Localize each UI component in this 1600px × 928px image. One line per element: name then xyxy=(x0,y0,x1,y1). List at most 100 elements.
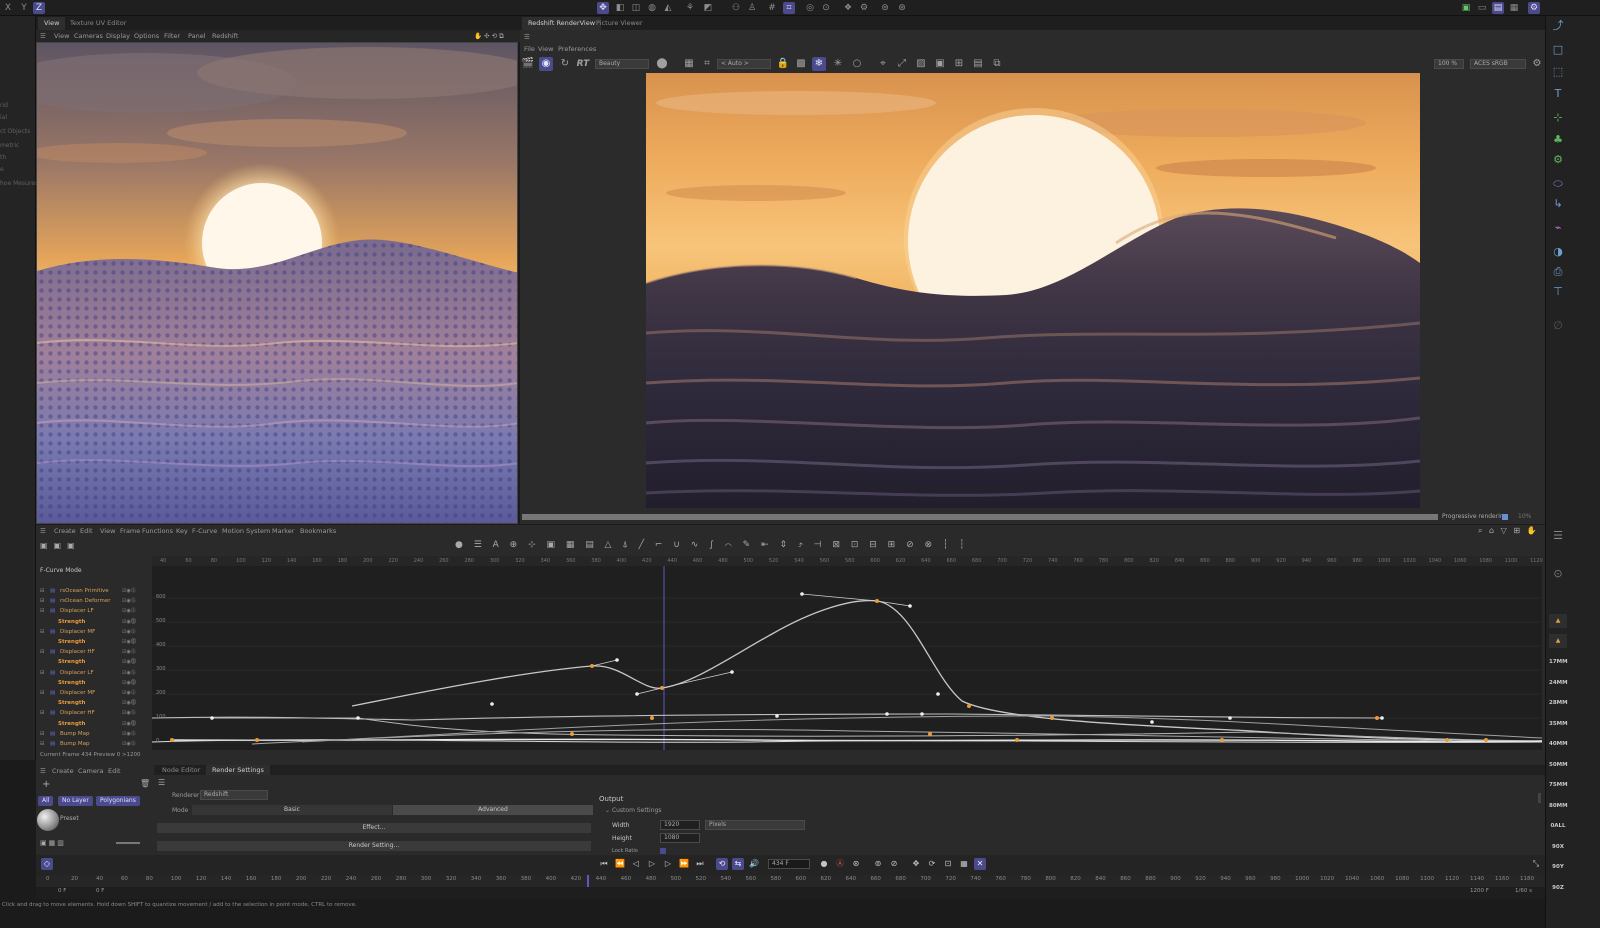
track-toggle-icons[interactable]: ☑◉Ⓢ xyxy=(122,659,144,665)
lens-preset-button[interactable]: 0ALL xyxy=(1549,818,1567,834)
fps-field[interactable]: 1/60 s xyxy=(1515,888,1532,894)
menu-icon[interactable]: ☰ xyxy=(40,30,46,42)
tl-menu-fcurve[interactable]: F-Curve xyxy=(192,525,217,537)
track-expand-icon[interactable]: ⊟ xyxy=(40,627,45,637)
motion-record-icon[interactable]: ⊚ xyxy=(872,858,884,870)
track-row[interactable]: ⊟ ▤ Displacer HF ☑◉Ⓢ xyxy=(38,647,150,657)
zoom-select[interactable]: 100 % xyxy=(1434,59,1464,69)
deform-icon[interactable]: ⬭ xyxy=(1550,176,1566,192)
menu-panel[interactable]: Panel xyxy=(188,30,206,42)
focus-icon[interactable]: ⌖ xyxy=(876,57,890,71)
menu-icon[interactable]: ☰ xyxy=(524,31,530,43)
gear-icon[interactable]: ⚙ xyxy=(1530,57,1544,71)
camera-select[interactable]: < Auto > xyxy=(717,59,771,69)
spline-pen-icon[interactable]: ↳ xyxy=(1550,196,1566,212)
track-row[interactable]: ⊟ ▤ rsOcean Deformer ☑◉Ⓢ xyxy=(38,596,150,606)
mode-advanced-button[interactable]: Advanced xyxy=(393,805,593,815)
width-input[interactable]: 1920 xyxy=(660,820,700,830)
next-key-icon[interactable]: ⏩ xyxy=(678,858,690,870)
autokey-icon[interactable]: Ⓐ xyxy=(834,858,846,870)
field-icon[interactable]: ⚙ xyxy=(1550,152,1566,168)
track-row[interactable]: ⊟ ▤ Displacer MF ☑◉Ⓢ xyxy=(38,688,150,698)
viewport-nav-icons[interactable]: ✋ ✣ ⟲ ⧉ xyxy=(474,30,504,42)
go-start-icon[interactable]: ⏮ xyxy=(598,858,610,870)
filter-polygonians-button[interactable]: Polygonians xyxy=(96,796,140,806)
sphere-icon[interactable]: ◍ xyxy=(646,2,658,14)
lens-preset-button[interactable]: 40MM xyxy=(1549,736,1568,752)
track-row[interactable]: Strength ☑◉Ⓢ xyxy=(38,698,150,708)
track-toggle-icons[interactable]: ☑◉Ⓢ xyxy=(122,670,144,676)
cube-icon[interactable]: ◧ xyxy=(614,2,626,14)
light-icon[interactable]: ◩ xyxy=(702,2,714,14)
color-icon[interactable]: ⬤ xyxy=(655,57,669,71)
mat-menu-create[interactable]: Create xyxy=(52,765,74,777)
track-toggle-icons[interactable]: ☑◉Ⓢ xyxy=(122,700,144,706)
lens-preset-button[interactable]: 17MM xyxy=(1549,654,1568,670)
track-row[interactable]: ⊟ ▤ Displacer LF ☑◉Ⓢ xyxy=(38,606,150,616)
height-input[interactable]: 1080 xyxy=(660,833,700,843)
lens-preset-button[interactable]: 75MM xyxy=(1549,777,1568,793)
expand-icon[interactable]: ⤢ xyxy=(895,57,909,71)
settings-icon[interactable]: ⚙ xyxy=(858,2,870,14)
layout-icon[interactable]: ▣ xyxy=(1460,2,1472,14)
track-toggle-icons[interactable]: ☑◉Ⓢ xyxy=(122,721,144,727)
range-start-field[interactable]: 0 F xyxy=(96,888,104,894)
axis-x-icon[interactable]: X xyxy=(2,2,14,14)
timeline-view-mode-icons[interactable]: ▣▣▣ xyxy=(40,541,96,553)
lock-ratio-checkbox[interactable] xyxy=(660,848,666,854)
track-toggle-icons[interactable]: ☑◉Ⓢ xyxy=(122,639,144,645)
picture-viewer-icon[interactable]: ▤ xyxy=(1492,2,1504,14)
render-setting-button[interactable]: Render Setting... xyxy=(157,841,591,851)
menu-filter[interactable]: Filter xyxy=(164,30,180,42)
camera-icon[interactable]: ⚇ xyxy=(730,2,742,14)
light-tool-icon[interactable]: ⊤ xyxy=(1550,284,1566,300)
circle-icon[interactable]: ○ xyxy=(850,57,864,71)
track-toggle-icons[interactable]: ☑◉Ⓢ xyxy=(122,608,144,614)
window-icon[interactable]: ▭ xyxy=(1476,2,1488,14)
track-expand-icon[interactable]: ⊟ xyxy=(40,668,45,678)
track-toggle-icons[interactable]: ☑◉Ⓢ xyxy=(122,598,144,604)
add-material-icon[interactable]: + xyxy=(42,779,50,790)
axis-z-icon[interactable]: Z xyxy=(33,2,45,14)
rt-toggle[interactable]: RT xyxy=(576,57,590,71)
text-tool-icon[interactable]: T xyxy=(1550,86,1566,102)
track-toggle-icons[interactable]: ☑◉Ⓢ xyxy=(122,741,144,747)
generator-icon[interactable]: ⊹ xyxy=(1550,110,1566,126)
playback-ruler[interactable] xyxy=(36,875,1545,887)
menu-icon[interactable]: ☰ xyxy=(40,525,46,537)
clapper-icon[interactable]: 🎬 xyxy=(521,57,535,71)
playhead[interactable] xyxy=(587,875,589,887)
record-icon[interactable]: ● xyxy=(818,858,830,870)
loop-icon[interactable]: ⟲ xyxy=(716,858,728,870)
current-frame-field[interactable]: 434 F xyxy=(768,859,810,869)
key-rot-icon[interactable]: ✥ xyxy=(910,858,922,870)
grid-icon[interactable]: ▦ xyxy=(682,57,696,71)
renderer-select[interactable]: Redshift xyxy=(200,790,268,800)
tl-menu-bookmarks[interactable]: Bookmarks xyxy=(300,525,336,537)
image-icon[interactable]: ▣ xyxy=(933,57,947,71)
track-row[interactable]: Strength ☑◉Ⓢ xyxy=(38,617,150,627)
effect-button[interactable]: Effect... xyxy=(157,823,591,833)
go-end-icon[interactable]: ⏭ xyxy=(694,858,706,870)
track-row[interactable]: ⊟ ▤ rsOcean Primitive ☑◉Ⓢ xyxy=(38,586,150,596)
list-icon[interactable]: ☰ xyxy=(1550,528,1566,544)
deformer-icon[interactable]: ⌗ xyxy=(783,2,795,14)
custom-settings-group[interactable]: ⌄ Custom Settings xyxy=(605,807,661,814)
copy-icon[interactable]: ⧉ xyxy=(990,57,1004,71)
track-row[interactable]: ⊟ ▤ Displacer HF ☑◉Ⓢ xyxy=(38,708,150,718)
spline-icon[interactable]: ⊙ xyxy=(820,2,832,14)
next-frame-icon[interactable]: ▷ xyxy=(662,858,674,870)
figure2-icon[interactable]: ♙ xyxy=(746,2,758,14)
track-toggle-icons[interactable]: ☑◉Ⓢ xyxy=(122,710,144,716)
filter-no-layer-button[interactable]: No Layer xyxy=(58,796,93,806)
editor-viewport[interactable] xyxy=(36,42,518,524)
boole-icon[interactable]: ❖ xyxy=(842,2,854,14)
track-toggle-icons[interactable]: ☑◉Ⓢ xyxy=(122,619,144,625)
progressive-checkbox[interactable] xyxy=(1502,514,1508,520)
cube-primitive-icon[interactable]: ⬚ xyxy=(1550,64,1566,80)
tab-view[interactable]: View xyxy=(38,17,66,30)
camera-tool-icon[interactable]: ⎙ xyxy=(1550,264,1566,280)
square-icon[interactable]: □ xyxy=(1550,42,1566,58)
track-expand-icon[interactable]: ⊟ xyxy=(40,586,45,596)
lens-preset-button[interactable]: 90X xyxy=(1549,839,1567,855)
